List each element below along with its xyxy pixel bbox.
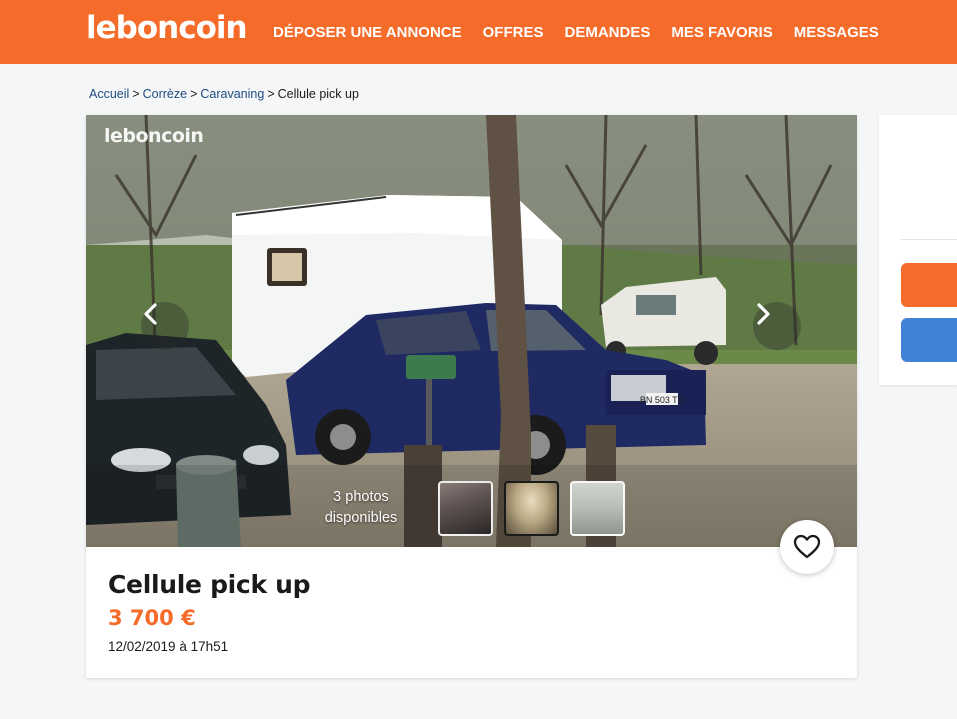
photo-thumbnail-2[interactable]: [504, 481, 559, 536]
ad-date: 12/02/2019 à 17h51: [108, 639, 229, 654]
nav-demandes[interactable]: DEMANDES: [564, 24, 650, 41]
next-photo-button[interactable]: [753, 302, 801, 350]
license-plate: BN 503 TD: [640, 395, 685, 405]
breadcrumb: Accueil > Corrèze > Caravaning > Cellule pick …: [89, 87, 359, 101]
seller-panel: [879, 115, 957, 385]
photo-count-line2: disponibles: [324, 510, 398, 526]
breadcrumb-separator: >: [190, 87, 198, 101]
panel-divider: [901, 239, 957, 240]
main-nav: DÉPOSER UNE ANNONCE OFFRES DEMANDES MES …: [262, 0, 889, 64]
contact-button[interactable]: [901, 263, 957, 307]
photo-thumbnail-1[interactable]: [438, 481, 493, 536]
breadcrumb-separator: >: [267, 87, 275, 101]
favorite-button[interactable]: [780, 520, 834, 574]
photo-count-line1: 3 photos: [333, 489, 389, 505]
nav-messages[interactable]: MESSAGES: [794, 24, 879, 41]
nav-mes-favoris[interactable]: MES FAVORIS: [671, 24, 772, 41]
heart-icon: [793, 534, 821, 559]
breadcrumb-separator: >: [132, 87, 140, 101]
nav-offres[interactable]: OFFRES: [483, 24, 544, 41]
photo-watermark: leboncoin: [104, 125, 204, 147]
photo-count[interactable]: 3 photos disponibles: [316, 487, 406, 529]
chevron-right-icon: [757, 303, 770, 325]
breadcrumb-correze[interactable]: Corrèze: [143, 87, 187, 101]
previous-photo-button[interactable]: [141, 302, 189, 350]
breadcrumb-accueil[interactable]: Accueil: [89, 87, 129, 101]
breadcrumb-caravaning[interactable]: Caravaning: [200, 87, 264, 101]
ad-card: BN 503 TD leboncoin 3 photos disponibles…: [86, 115, 857, 678]
top-header: leboncoin DÉPOSER UNE ANNONCE OFFRES DEM…: [0, 0, 957, 64]
ad-title: Cellule pick up: [108, 570, 311, 599]
ad-price: 3 700 €: [108, 606, 196, 630]
ad-photo[interactable]: BN 503 TD leboncoin 3 photos disponibles: [86, 115, 857, 547]
nav-deposer-annonce[interactable]: DÉPOSER UNE ANNONCE: [273, 24, 462, 41]
breadcrumb-current: Cellule pick up: [277, 87, 359, 101]
secondary-action-button[interactable]: [901, 318, 957, 362]
leboncoin-logo[interactable]: leboncoin: [86, 10, 248, 46]
photo-thumbnail-3[interactable]: [570, 481, 625, 536]
chevron-left-icon: [144, 303, 157, 325]
